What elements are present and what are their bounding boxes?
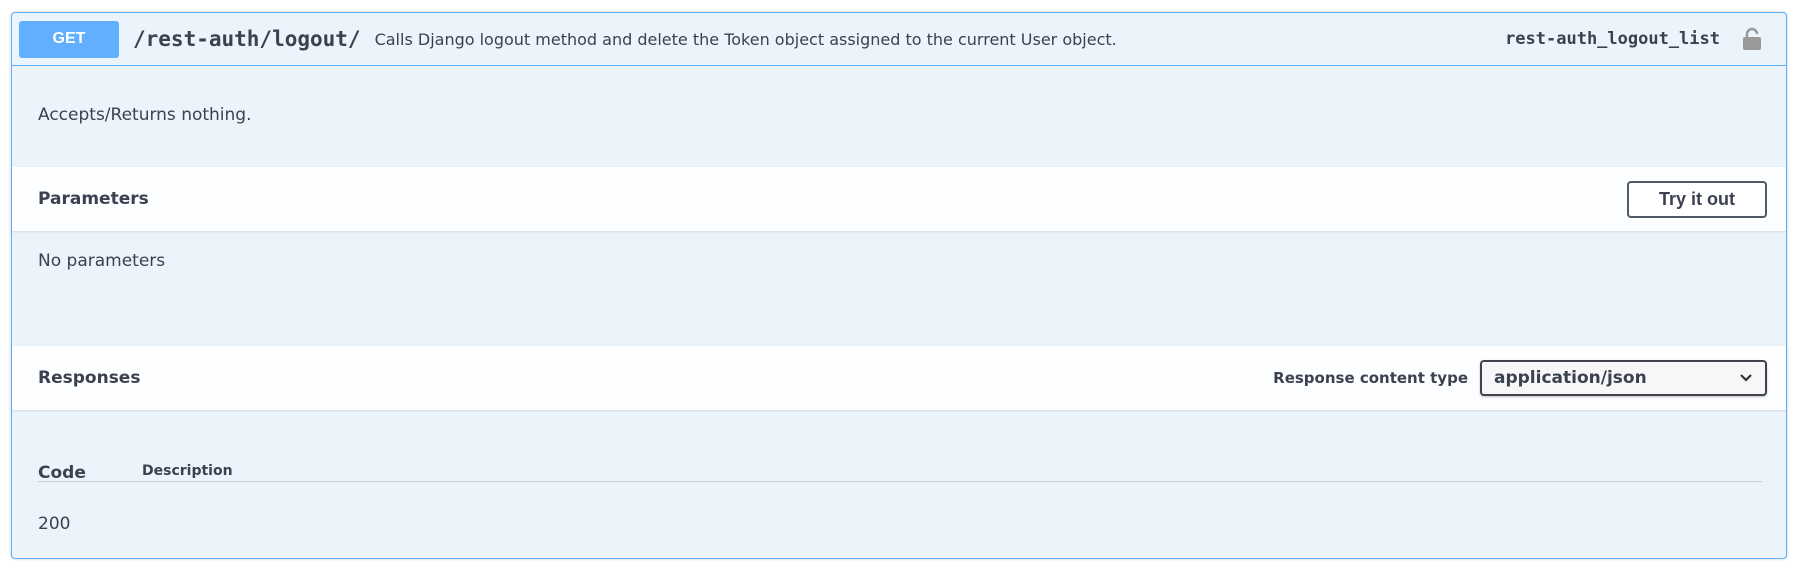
- operation-description: Accepts/Returns nothing.: [38, 105, 252, 125]
- operation-block: GET /rest-auth/logout/ Calls Django logo…: [11, 12, 1787, 559]
- operation-id: rest-auth_logout_list: [1505, 29, 1720, 49]
- lock-open-icon[interactable]: [1740, 26, 1764, 52]
- chevron-down-icon: [1739, 368, 1753, 388]
- operation-summary-text: Calls Django logout method and delete th…: [374, 29, 1117, 49]
- http-method-badge[interactable]: GET: [19, 20, 119, 58]
- responses-table-header: Code Description: [38, 453, 1762, 483]
- content-type-value: application/json: [1494, 368, 1647, 388]
- try-it-out-button[interactable]: Try it out: [1627, 180, 1767, 218]
- parameters-title: Parameters: [38, 189, 149, 209]
- parameters-header: Parameters Try it out: [12, 167, 1786, 231]
- description-column-header: Description: [142, 463, 233, 479]
- responses-header: Responses Response content type applicat…: [12, 346, 1786, 410]
- endpoint-path[interactable]: /rest-auth/logout/: [133, 27, 361, 51]
- responses-title: Responses: [38, 368, 141, 388]
- response-content-type-label: Response content type: [1273, 369, 1468, 387]
- no-parameters-text: No parameters: [38, 251, 166, 271]
- code-column-header: Code: [38, 463, 86, 483]
- response-content-type-select[interactable]: application/json: [1480, 360, 1767, 396]
- operation-summary[interactable]: GET /rest-auth/logout/ Calls Django logo…: [12, 13, 1786, 66]
- response-code: 200: [38, 514, 71, 534]
